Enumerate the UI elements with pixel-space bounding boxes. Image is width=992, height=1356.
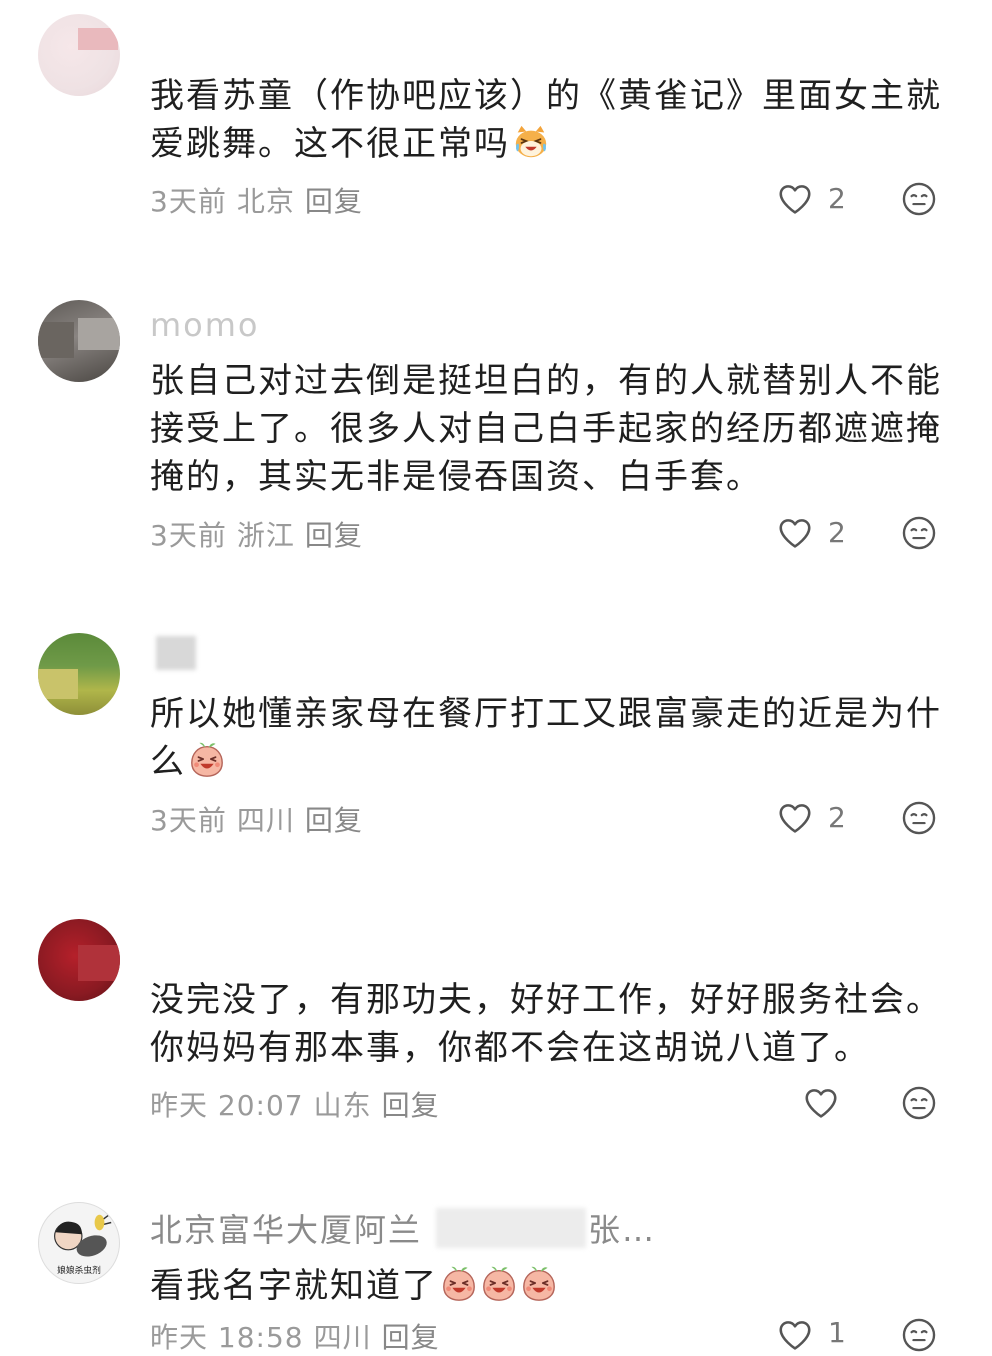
avatar[interactable]: 娘娘杀虫剂 xyxy=(38,1202,120,1284)
laughing-peach-icon xyxy=(520,1265,558,1303)
reply-button[interactable]: 回复 xyxy=(305,185,363,218)
expression-icon[interactable] xyxy=(900,799,938,837)
avatar-blur xyxy=(38,669,78,699)
heart-icon[interactable] xyxy=(776,514,814,552)
username-redacted xyxy=(436,1208,586,1248)
expression-icon[interactable] xyxy=(900,1084,938,1122)
avatar-blur xyxy=(78,28,118,50)
comment-time: 昨天 18:58 xyxy=(150,1321,304,1354)
expression-icon[interactable] xyxy=(900,1316,938,1354)
comment-meta: 昨天 20:07 山东 回复 xyxy=(150,1084,450,1124)
comment-meta: 昨天 18:58 四川 回复 xyxy=(150,1316,450,1356)
reply-button[interactable]: 回复 xyxy=(305,519,363,552)
username-text: 北京富华大厦阿兰 xyxy=(150,1211,423,1249)
like-count: 2 xyxy=(828,801,846,834)
laughing-peach-icon xyxy=(480,1265,518,1303)
avatar-blur xyxy=(38,322,74,358)
expression-icon[interactable] xyxy=(900,514,938,552)
comment-time: 3天前 xyxy=(150,804,227,837)
avatar-blur xyxy=(78,945,120,981)
comment-text: 看我名字就知道了 xyxy=(150,1262,950,1310)
comment-text-content: 所以她懂亲家母在餐厅打工又跟富豪走的近是为什么 xyxy=(150,694,942,782)
reply-button[interactable]: 回复 xyxy=(305,804,363,837)
like-count: 2 xyxy=(828,182,846,215)
avatar-cartoon-icon: 娘娘杀虫剂 xyxy=(54,1214,112,1276)
comment-text: 没完没了，有那功夫，好好工作，好好服务社会。你妈妈有那本事，你都不会在这胡说八道… xyxy=(150,980,942,1068)
comment-text: 我看苏童（作协吧应该）的《黄雀记》里面女主就爱跳舞。这不很正常吗 xyxy=(150,72,950,168)
username[interactable]: 北京富华大厦阿兰 xyxy=(150,1205,422,1251)
avatar[interactable] xyxy=(38,633,120,715)
heart-icon[interactable] xyxy=(802,1084,840,1122)
comment-time: 昨天 20:07 xyxy=(150,1089,304,1122)
like-count: 1 xyxy=(828,1316,846,1349)
heart-icon[interactable] xyxy=(776,1316,814,1354)
laughing-peach-icon xyxy=(188,741,226,779)
comment-meta: 3天前 浙江 回复 xyxy=(150,514,373,554)
comment-time: 3天前 xyxy=(150,519,227,552)
heart-icon[interactable] xyxy=(776,180,814,218)
reply-button[interactable]: 回复 xyxy=(382,1089,440,1122)
username[interactable]: momo xyxy=(150,316,260,344)
avatar-blur xyxy=(78,318,120,350)
avatar-caption: 娘娘杀虫剂 xyxy=(57,1264,101,1276)
username-redacted xyxy=(156,636,196,670)
avatar[interactable] xyxy=(38,300,120,382)
avatar[interactable] xyxy=(38,14,120,96)
comment-location: 山东 xyxy=(313,1089,372,1122)
heart-icon[interactable] xyxy=(776,799,814,837)
reply-button[interactable]: 回复 xyxy=(382,1321,440,1354)
like-count: 2 xyxy=(828,516,846,549)
username-tail: 张… xyxy=(588,1211,657,1249)
expression-icon[interactable] xyxy=(900,180,938,218)
comment-time: 3天前 xyxy=(150,185,227,218)
avatar[interactable] xyxy=(38,919,120,1001)
laughing-cat-icon xyxy=(512,123,550,161)
laughing-peach-icon xyxy=(440,1265,478,1303)
comment-location: 北京 xyxy=(236,185,295,218)
comment-location: 四川 xyxy=(236,804,295,837)
comment-meta: 3天前 四川 回复 xyxy=(150,799,373,839)
comment-text: 所以她懂亲家母在餐厅打工又跟富豪走的近是为什么 xyxy=(150,690,950,786)
comment-meta: 3天前 北京 回复 xyxy=(150,180,373,220)
comment-location: 浙江 xyxy=(236,519,295,552)
comment-location: 四川 xyxy=(313,1321,372,1354)
comment-text: 张自己对过去倒是挺坦白的，有的人就替别人不能接受上了。很多人对自己白手起家的经历… xyxy=(150,361,942,497)
comment-text-content: 看我名字就知道了 xyxy=(150,1266,438,1306)
